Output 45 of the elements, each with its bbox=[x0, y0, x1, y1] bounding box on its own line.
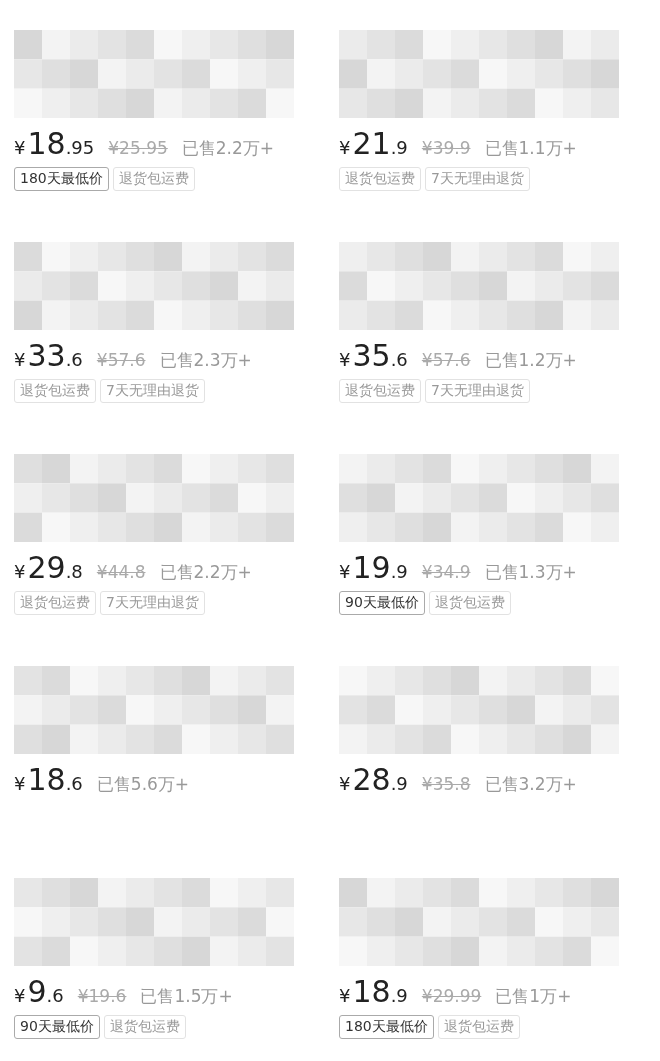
price: ¥18.6 bbox=[14, 762, 83, 797]
service-tag: 退货包运费 bbox=[437, 1015, 520, 1039]
original-price: ¥34.9 bbox=[421, 562, 471, 582]
sold-count: 已售2.3万+ bbox=[159, 349, 252, 372]
sold-count: 已售3.2万+ bbox=[484, 773, 577, 796]
sold-count: 已售1.5万+ bbox=[140, 985, 233, 1008]
service-tag: 7天无理由退货 bbox=[100, 379, 205, 403]
service-tag: 7天无理由退货 bbox=[425, 379, 530, 403]
service-tag: 退货包运费 bbox=[339, 167, 421, 191]
service-tag: 退货包运费 bbox=[112, 167, 195, 191]
service-tag: 7天无理由退货 bbox=[100, 591, 205, 615]
original-price: ¥57.6 bbox=[421, 350, 471, 370]
sold-count: 已售1.1万+ bbox=[484, 137, 577, 160]
price: ¥21.9 bbox=[339, 126, 408, 161]
original-price: ¥25.95 bbox=[108, 138, 168, 158]
sold-count: 已售2.2万+ bbox=[181, 137, 275, 160]
sold-count: 已售2.2万+ bbox=[159, 561, 252, 584]
service-tag: 退货包运费 bbox=[14, 379, 96, 403]
sold-count: 已售5.6万+ bbox=[96, 773, 190, 796]
original-price: ¥35.8 bbox=[421, 774, 471, 794]
price: ¥29.8 bbox=[14, 550, 83, 585]
original-price: ¥29.99 bbox=[421, 986, 482, 1006]
original-price: ¥44.8 bbox=[96, 562, 146, 582]
price: ¥18.9 bbox=[339, 974, 408, 1009]
service-tag: 退货包运费 bbox=[428, 591, 511, 615]
service-tag: 7天无理由退货 bbox=[425, 167, 530, 191]
lowest-price-tag: 90天最低价 bbox=[14, 1015, 100, 1039]
service-tag: 退货包运费 bbox=[14, 591, 96, 615]
lowest-price-tag: 90天最低价 bbox=[339, 591, 425, 615]
original-price: ¥19.6 bbox=[77, 986, 127, 1006]
price: ¥35.6 bbox=[339, 338, 408, 373]
lowest-price-tag: 180天最低价 bbox=[14, 167, 109, 191]
service-tag: 退货包运费 bbox=[103, 1015, 186, 1039]
price: ¥9.6 bbox=[14, 974, 64, 1009]
price: ¥18.95 bbox=[14, 126, 95, 161]
sold-count: 已售1.3万+ bbox=[484, 561, 577, 584]
price: ¥28.9 bbox=[339, 762, 408, 797]
service-tag: 退货包运费 bbox=[339, 379, 421, 403]
original-price: ¥39.9 bbox=[421, 138, 471, 158]
price: ¥33.6 bbox=[14, 338, 83, 373]
lowest-price-tag: 180天最低价 bbox=[339, 1015, 434, 1039]
sold-count: 已售1万+ bbox=[495, 985, 572, 1008]
original-price: ¥57.6 bbox=[96, 350, 146, 370]
price: ¥19.9 bbox=[339, 550, 408, 585]
sold-count: 已售1.2万+ bbox=[484, 349, 577, 372]
